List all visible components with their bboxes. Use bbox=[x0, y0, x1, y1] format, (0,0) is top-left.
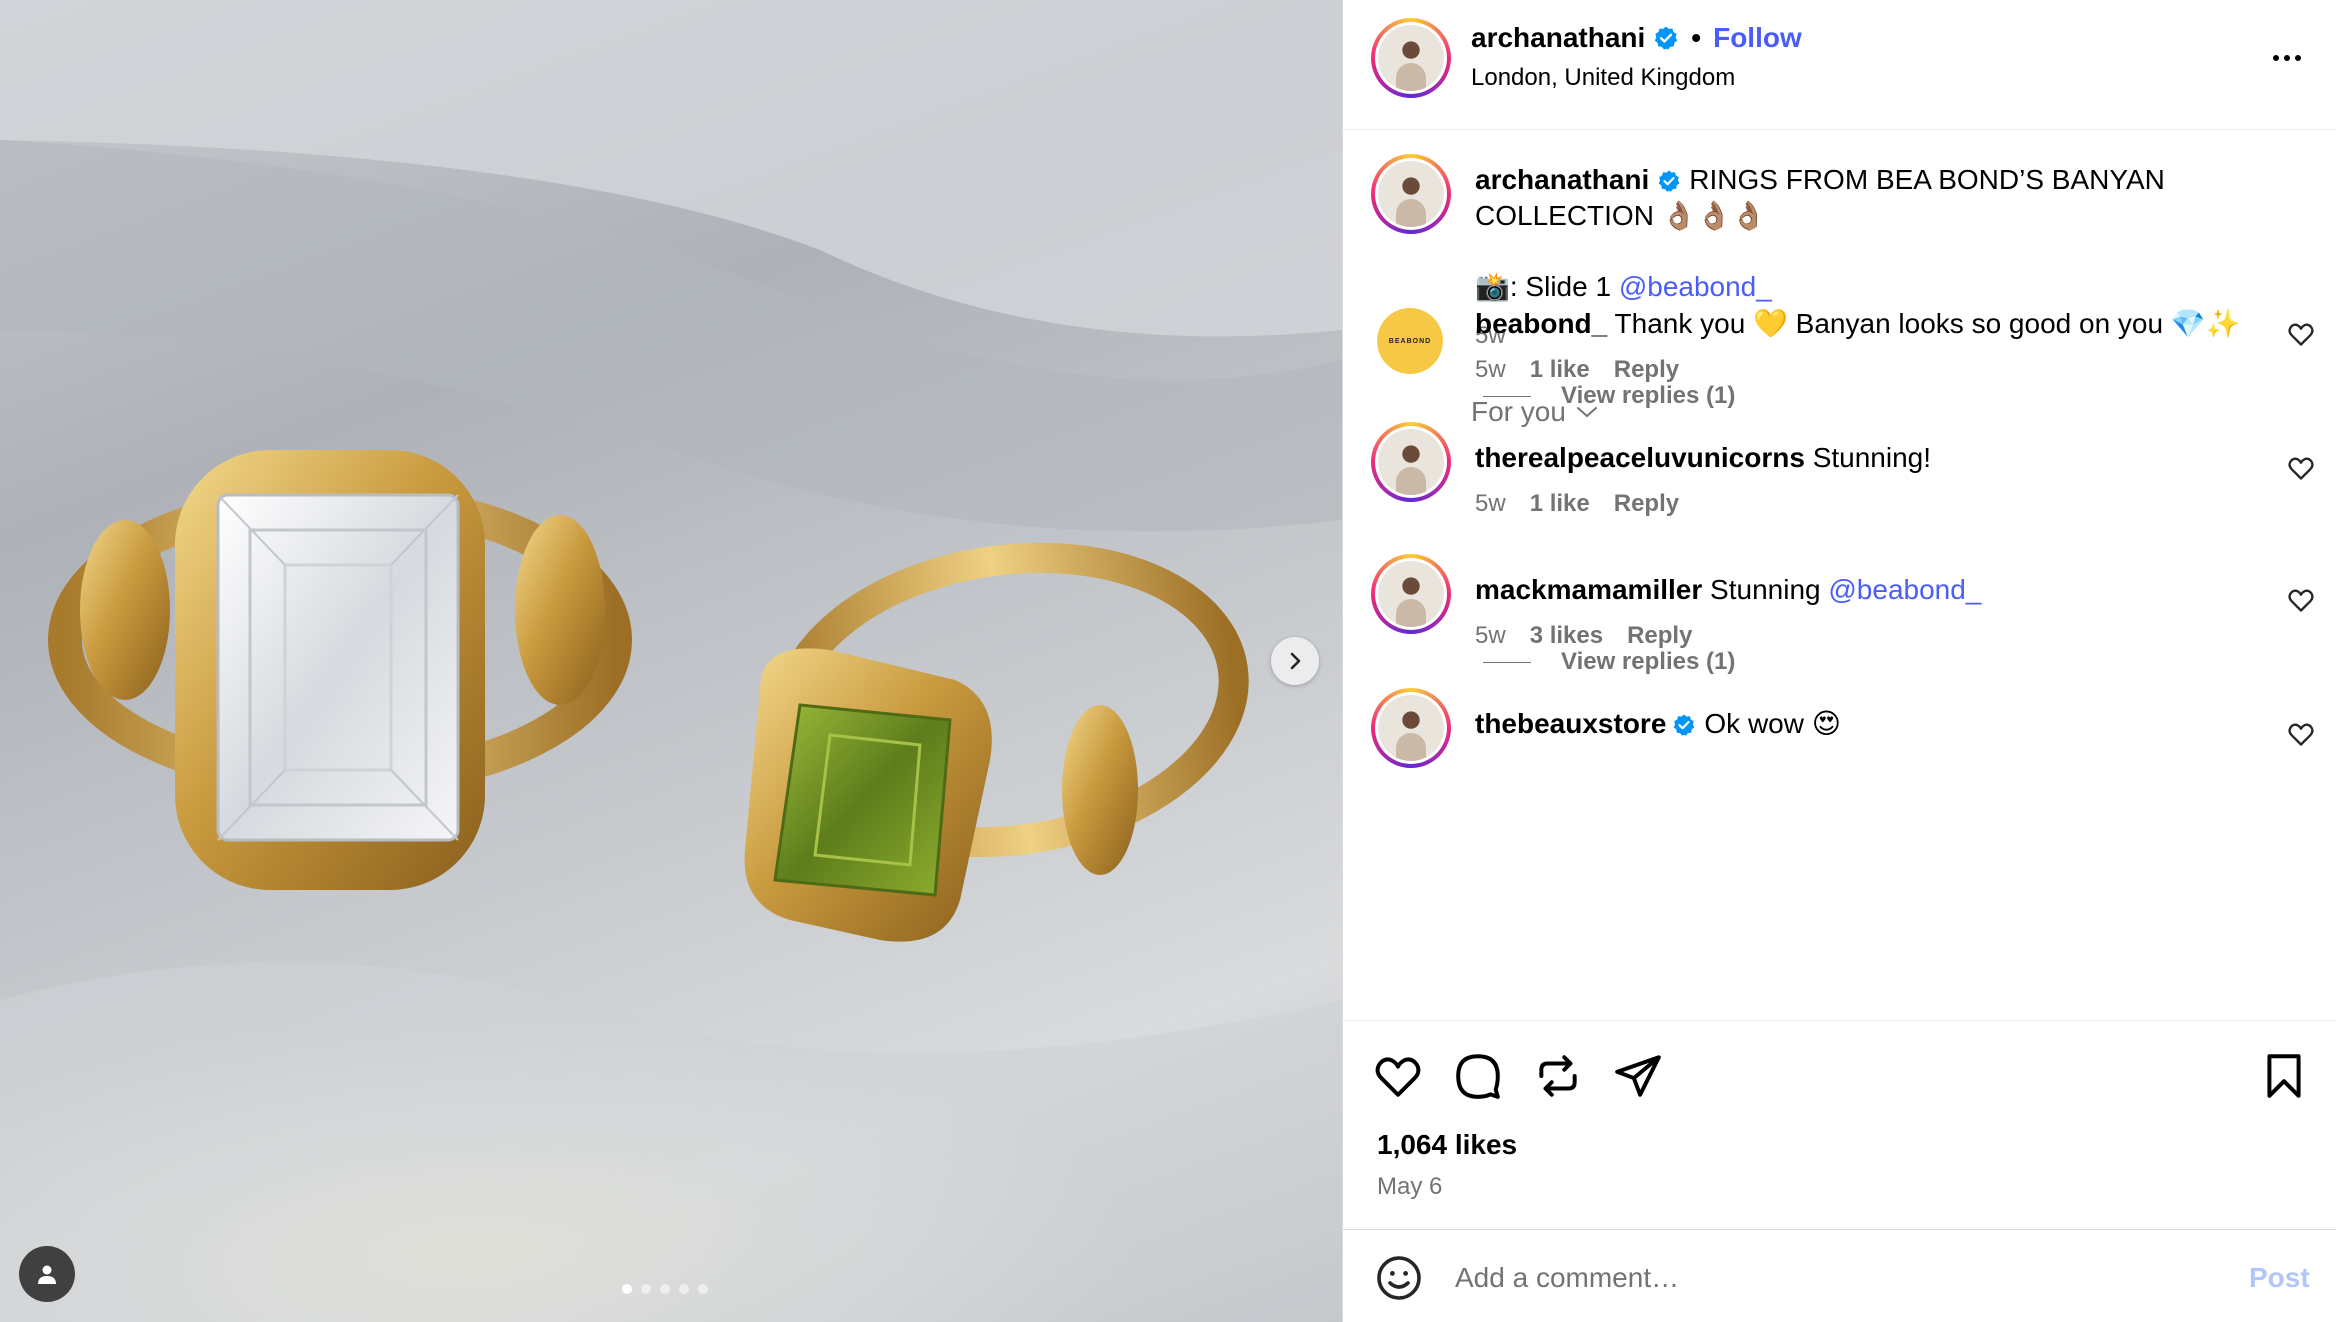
like-comment-heart-icon[interactable] bbox=[2287, 320, 2315, 348]
carousel-indicator bbox=[622, 1284, 708, 1294]
author-username[interactable]: archanathani bbox=[1471, 22, 1645, 54]
caption-credit: 📸: Slide 1 @beabond_ bbox=[1475, 270, 1772, 303]
verified-badge-icon bbox=[1672, 713, 1696, 737]
comment-text: mackmamamiller Stunning @beabond_ bbox=[1475, 572, 2275, 608]
comment-likes[interactable]: 1 like bbox=[1530, 490, 1590, 518]
caption-mention-link[interactable]: @beabond_ bbox=[1619, 271, 1772, 302]
rings-photo bbox=[0, 0, 1342, 1322]
comment-body: Ok wow 😍 bbox=[1704, 708, 1841, 739]
carousel-dot bbox=[679, 1284, 689, 1294]
verified-badge-icon bbox=[1653, 25, 1679, 51]
carousel-dot bbox=[660, 1284, 670, 1294]
comment-body: Stunning! bbox=[1812, 442, 1932, 473]
comment-input[interactable] bbox=[1455, 1258, 2155, 1298]
comment-text: beabond_ Thank you 💛 Banyan looks so goo… bbox=[1475, 306, 2275, 342]
comment-time[interactable]: 5w bbox=[1475, 622, 1506, 650]
likes-count[interactable]: 1,064 likes bbox=[1377, 1129, 1517, 1161]
verified-badge-icon bbox=[1657, 169, 1681, 193]
caption-username[interactable]: archanathani bbox=[1475, 164, 1649, 195]
view-replies-button[interactable]: View replies (1) bbox=[1483, 382, 1735, 410]
post-date[interactable]: May 6 bbox=[1377, 1173, 1442, 1201]
comment-mention-link[interactable]: @beabond_ bbox=[1828, 574, 1981, 605]
commenter-username[interactable]: thebeauxstore bbox=[1475, 708, 1666, 739]
post-details-pane: archanathani • Follow London, United Kin… bbox=[1342, 0, 2336, 1322]
like-heart-icon[interactable] bbox=[1373, 1051, 1423, 1101]
commenter-avatar[interactable]: BEABOND bbox=[1377, 308, 1443, 374]
user-icon bbox=[38, 1265, 56, 1284]
comment-bubble-icon[interactable] bbox=[1453, 1051, 1503, 1101]
comment-time[interactable]: 5w bbox=[1475, 490, 1506, 518]
author-avatar[interactable] bbox=[1371, 18, 1451, 98]
view-replies-label: View replies (1) bbox=[1561, 648, 1736, 675]
like-comment-heart-icon[interactable] bbox=[2287, 454, 2315, 482]
view-replies-button[interactable]: View replies (1) bbox=[1483, 648, 1735, 676]
view-replies-label: View replies (1) bbox=[1561, 382, 1736, 409]
comment-likes[interactable]: 3 likes bbox=[1530, 622, 1603, 650]
save-bookmark-icon[interactable] bbox=[2259, 1051, 2309, 1101]
like-comment-heart-icon[interactable] bbox=[2287, 586, 2315, 614]
replies-divider bbox=[1483, 395, 1531, 397]
comment-meta: 5w 3 likes Reply bbox=[1475, 622, 1692, 650]
comment-text: therealpeaceluvunicorns Stunning! bbox=[1475, 440, 2275, 476]
post-media[interactable] bbox=[0, 0, 1342, 1322]
commenter-username[interactable]: beabond_ bbox=[1475, 308, 1607, 339]
repost-icon[interactable] bbox=[1533, 1051, 1583, 1101]
more-dots-icon bbox=[2273, 55, 2279, 61]
add-comment-bar: Post bbox=[1343, 1229, 2336, 1322]
reply-button[interactable]: Reply bbox=[1627, 622, 1692, 650]
comment-body: Thank you 💛 Banyan looks so good on you … bbox=[1614, 308, 2241, 339]
caption: archanathani RINGS FROM BEA BOND’S BANYAN… bbox=[1475, 162, 2235, 234]
carousel-dot bbox=[698, 1284, 708, 1294]
share-paper-plane-icon[interactable] bbox=[1613, 1051, 1663, 1101]
comment-time[interactable]: 5w bbox=[1475, 356, 1506, 384]
commenter-avatar[interactable] bbox=[1371, 422, 1451, 502]
replies-divider bbox=[1483, 661, 1531, 663]
reply-button[interactable]: Reply bbox=[1614, 490, 1679, 518]
commenter-avatar[interactable] bbox=[1371, 688, 1451, 768]
carousel-dot bbox=[641, 1284, 651, 1294]
post-header: archanathani • Follow London, United Kin… bbox=[1343, 0, 2336, 130]
reply-button[interactable]: Reply bbox=[1614, 356, 1679, 384]
post-actions: 1,064 likes May 6 Post bbox=[1343, 1020, 2336, 1322]
commenter-avatar[interactable] bbox=[1371, 554, 1451, 634]
tagged-users-button[interactable] bbox=[19, 1246, 75, 1302]
separator-dot: • bbox=[1691, 22, 1702, 53]
comment-meta: 5w 1 like Reply bbox=[1475, 490, 1679, 518]
follow-button[interactable]: Follow bbox=[1713, 22, 1802, 54]
like-comment-heart-icon[interactable] bbox=[2287, 720, 2315, 748]
next-slide-button[interactable] bbox=[1271, 637, 1319, 685]
comment-likes[interactable]: 1 like bbox=[1530, 356, 1590, 384]
more-options-button[interactable] bbox=[2267, 40, 2307, 76]
commenter-username[interactable]: therealpeaceluvunicorns bbox=[1475, 442, 1805, 473]
commenter-username[interactable]: mackmamamiller bbox=[1475, 574, 1702, 605]
post-location[interactable]: London, United Kingdom bbox=[1471, 64, 1735, 92]
comment-meta: 5w 1 like Reply bbox=[1475, 356, 1679, 384]
emoji-icon[interactable] bbox=[1375, 1254, 1423, 1302]
caption-author-avatar[interactable] bbox=[1371, 154, 1451, 234]
chevron-right-icon bbox=[1290, 652, 1301, 670]
comment-text: thebeauxstore Ok wow 😍 bbox=[1475, 706, 2275, 742]
caption-credit-prefix: 📸: Slide 1 bbox=[1475, 271, 1619, 302]
comment-body: Stunning bbox=[1710, 574, 1829, 605]
post-comment-button[interactable]: Post bbox=[2249, 1262, 2310, 1294]
carousel-dot bbox=[622, 1284, 632, 1294]
comments-section[interactable]: archanathani RINGS FROM BEA BOND’S BANYAN… bbox=[1343, 130, 2336, 1020]
